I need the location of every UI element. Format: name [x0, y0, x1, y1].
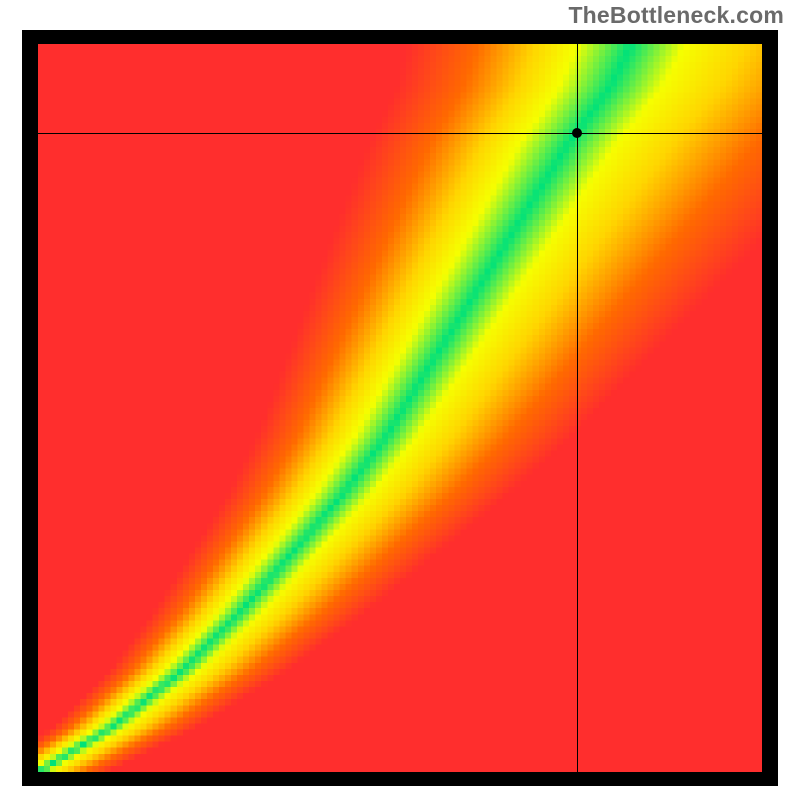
crosshair-horizontal	[38, 133, 762, 134]
heatmap-canvas	[38, 44, 762, 772]
chart-frame	[22, 30, 778, 786]
heatmap-area	[38, 44, 762, 772]
crosshair-vertical	[577, 44, 578, 772]
watermark-label: TheBottleneck.com	[568, 2, 784, 29]
selection-dot	[572, 128, 582, 138]
